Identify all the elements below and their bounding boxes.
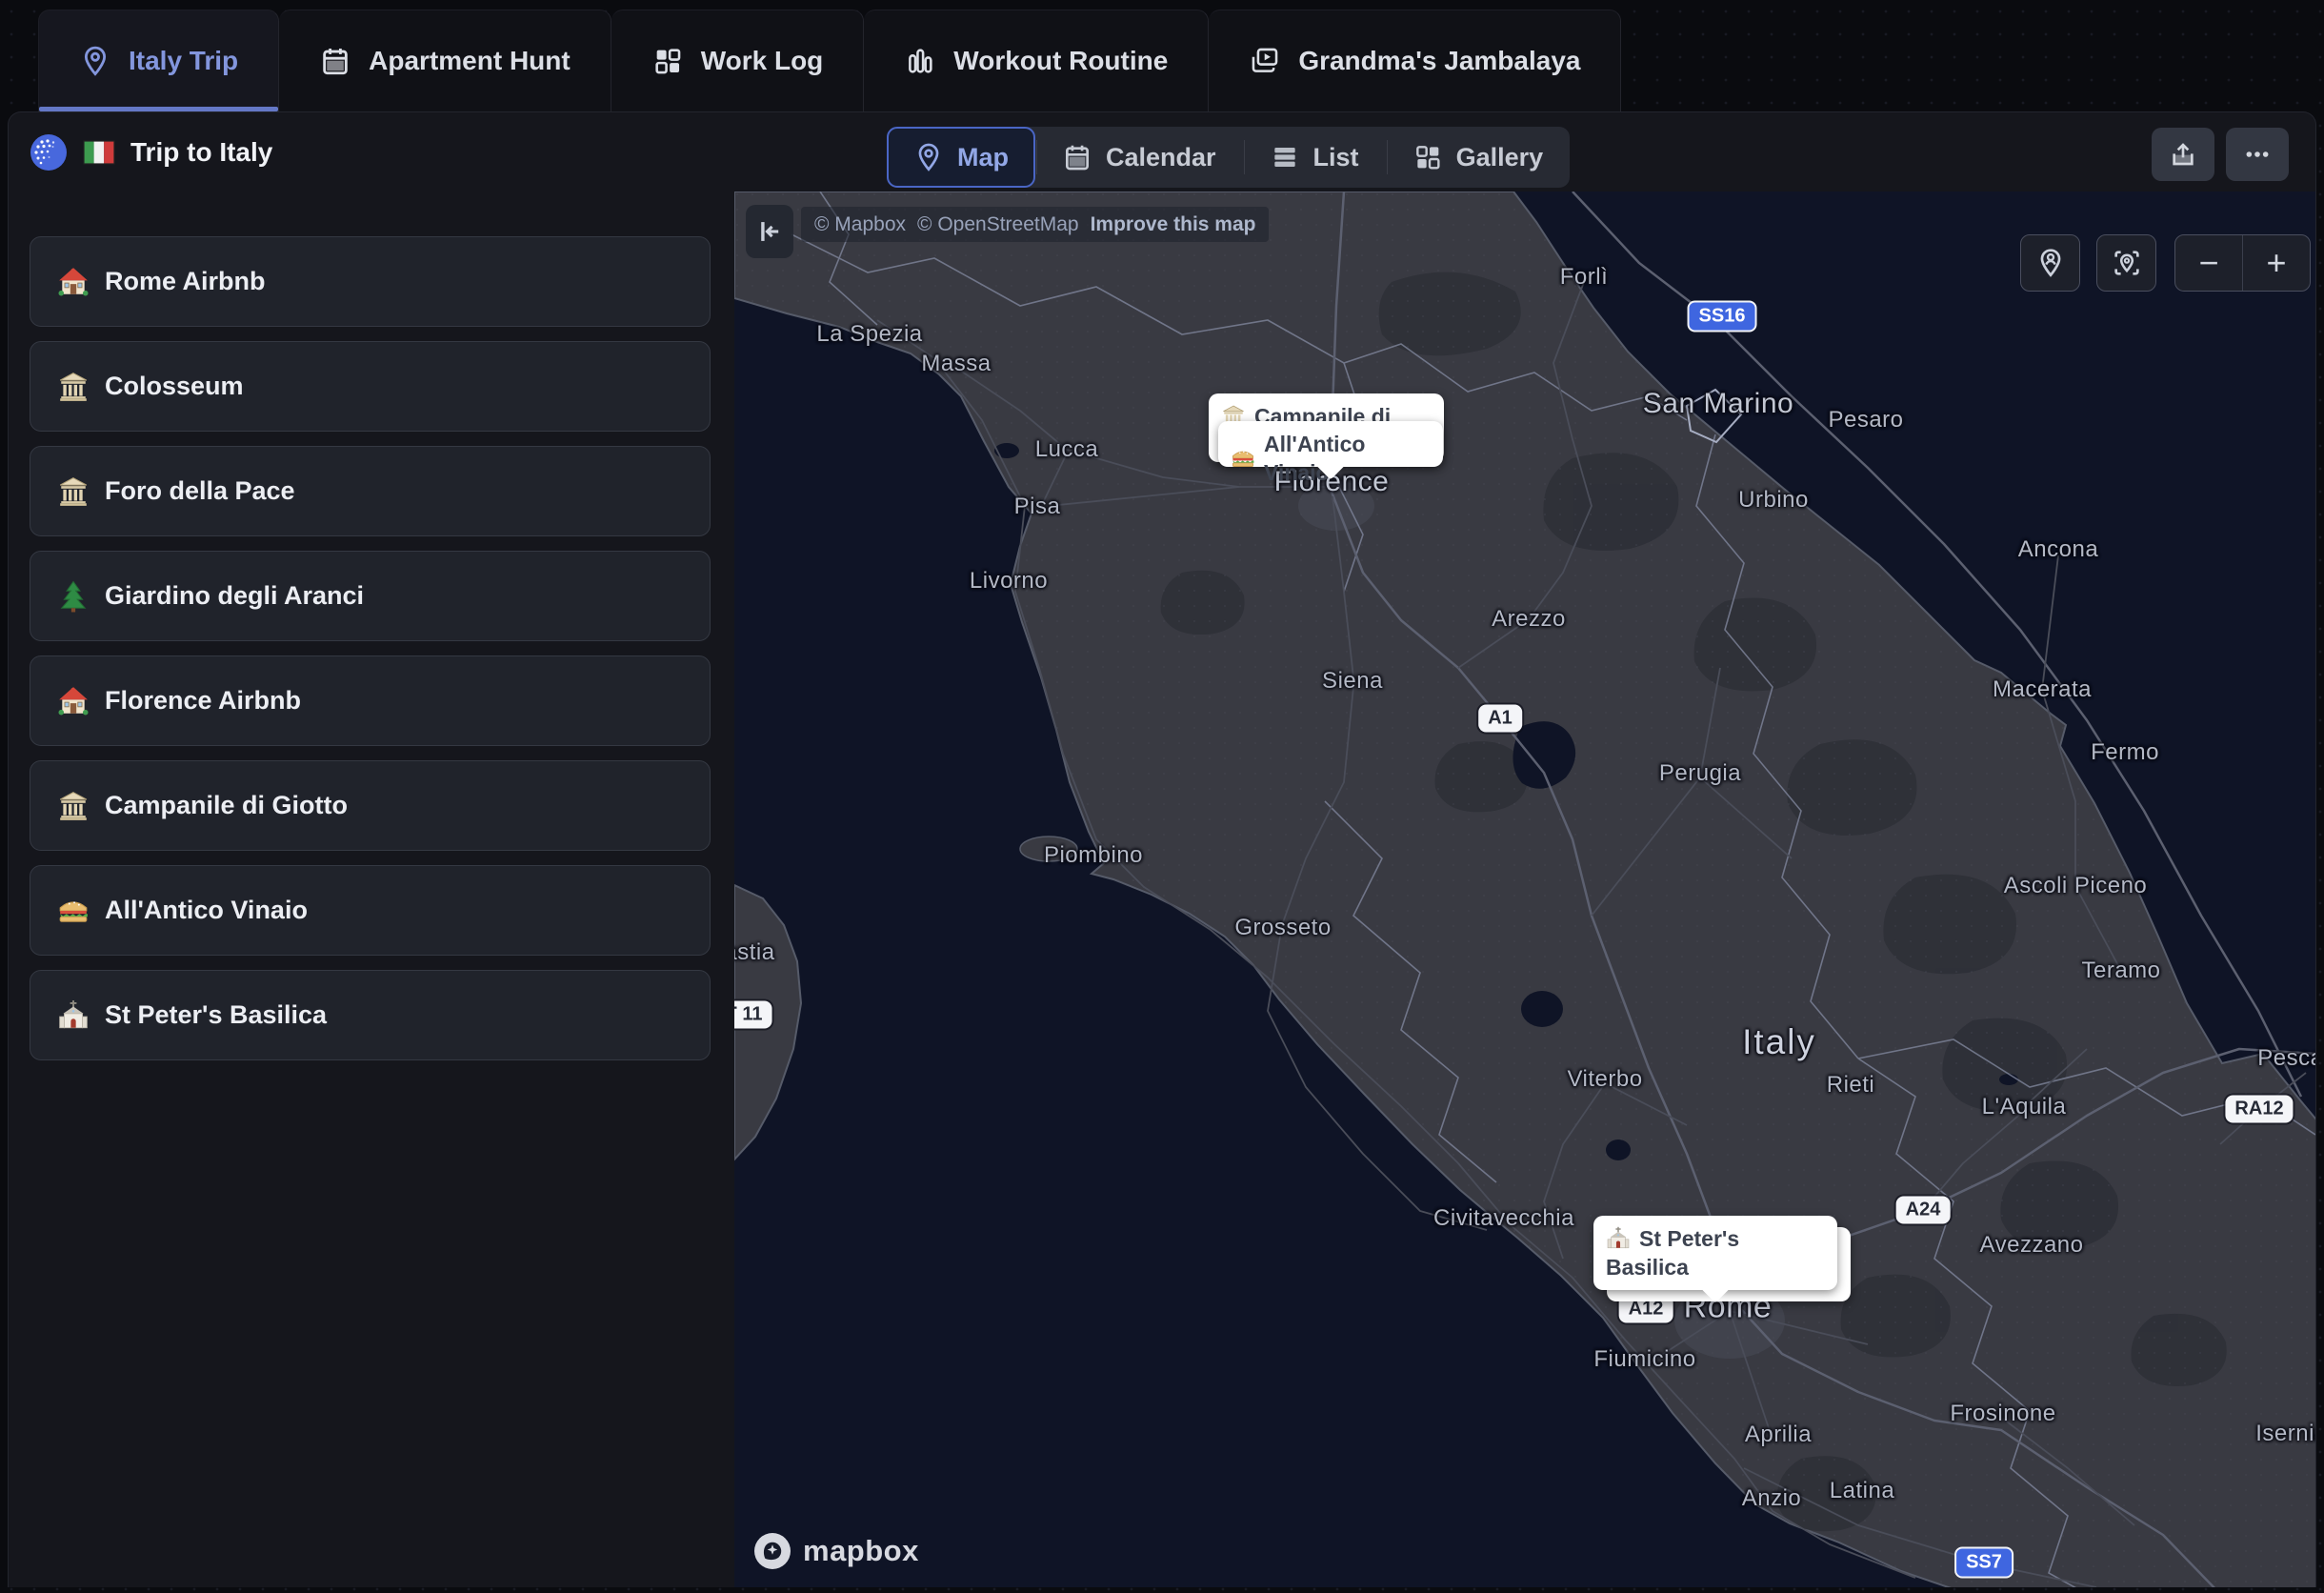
sandwich-icon <box>1231 446 1255 471</box>
list-item-label: St Peter's Basilica <box>105 1000 327 1030</box>
landmark-icon <box>57 475 90 508</box>
landmark-icon <box>57 371 90 403</box>
list-item-campanile-di-giotto[interactable]: Campanile di Giotto <box>30 760 711 851</box>
view-toggle: Map Calendar List Gallery <box>887 127 1570 188</box>
zoom-in-button[interactable]: + <box>2243 235 2310 291</box>
calendar-icon <box>1062 142 1092 172</box>
italy-flag-icon <box>83 140 115 165</box>
map-canvas[interactable]: ForlìSan MarinoPesaroUrbinoAnconaLa Spez… <box>734 192 2315 1587</box>
workspace-tab-bar: Italy Trip Apartment Hunt Work Log Workout … <box>38 10 1621 111</box>
house-icon <box>57 685 90 717</box>
view-map-button[interactable]: Map <box>887 127 1035 188</box>
mapbox-attribution-link[interactable]: © Mapbox <box>814 213 906 236</box>
fit-markers-button[interactable] <box>2096 234 2156 292</box>
tab-label: Italy Trip <box>129 46 238 76</box>
list-item-label: Giardino degli Aranci <box>105 581 364 611</box>
list-item-label: Florence Airbnb <box>105 686 301 716</box>
list-item-florence-airbnb[interactable]: Florence Airbnb <box>30 655 711 746</box>
grid-icon <box>651 45 684 77</box>
collapse-sidebar-button[interactable] <box>746 205 793 258</box>
tab-italy-trip[interactable]: Italy Trip <box>38 10 279 111</box>
landmark-icon <box>57 790 90 822</box>
tab-grandma-s-jambalaya[interactable]: Grandma's Jambalaya <box>1209 10 1621 111</box>
document-title-group: Trip to Italy <box>30 112 272 192</box>
popup-label: St Peter's <box>1639 1224 1739 1253</box>
tab-label: Apartment Hunt <box>369 46 571 76</box>
places-sidebar: Rome Airbnb Colosseum Foro della Pace Giard… <box>9 192 734 1587</box>
page-title: Trip to Italy <box>130 137 272 168</box>
list-item-label: Colosseum <box>105 372 244 401</box>
list-item-foro-della-pace[interactable]: Foro della Pace <box>30 446 711 536</box>
app-window: Trip to Italy Map Calendar List Gallery Rom… <box>8 111 2316 1587</box>
map-basemap <box>734 192 2315 1587</box>
tab-label: Work Log <box>701 46 824 76</box>
share-button[interactable] <box>2152 128 2214 181</box>
zoom-out-button[interactable]: − <box>2175 235 2243 291</box>
mapbox-wordmark: mapbox <box>803 1534 919 1568</box>
calendar-icon <box>319 45 351 77</box>
popup-label: All'Antico Vinaio <box>1264 430 1431 487</box>
cards-icon <box>1249 45 1281 77</box>
list-item-rome-airbnb[interactable]: Rome Airbnb <box>30 236 711 327</box>
tab-label: Grandma's Jambalaya <box>1298 46 1580 76</box>
mapbox-logo[interactable]: mapbox <box>753 1532 919 1570</box>
popup-label: Basilica <box>1606 1253 1689 1281</box>
view-label: Calendar <box>1106 143 1216 172</box>
list-item-giardino-degli-aranci[interactable]: Giardino degli Aranci <box>30 551 711 641</box>
view-label: Map <box>957 143 1009 172</box>
view-label: Gallery <box>1456 143 1544 172</box>
tab-workout-routine[interactable]: Workout Routine <box>864 10 1209 111</box>
document-header: Trip to Italy Map Calendar List Gallery <box>9 112 2315 192</box>
view-list-button[interactable]: List <box>1243 127 1386 188</box>
view-label: List <box>1313 143 1359 172</box>
zoom-control: − + <box>2174 234 2311 292</box>
locate-user-button[interactable] <box>2020 234 2080 292</box>
list-item-label: Campanile di Giotto <box>105 791 348 820</box>
tab-label: Workout Routine <box>953 46 1168 76</box>
mapbox-logo-icon <box>753 1532 791 1570</box>
gallery-icon <box>1412 142 1443 172</box>
church-icon <box>57 999 90 1032</box>
tab-work-log[interactable]: Work Log <box>611 10 865 111</box>
popup-text-row: St Peter's <box>1606 1224 1825 1253</box>
improve-map-link[interactable]: Improve this map <box>1091 213 1256 236</box>
map-attribution: © Mapbox © OpenStreetMap Improve this ma… <box>801 207 1269 242</box>
house-icon <box>57 266 90 298</box>
sandwich-icon <box>57 895 90 927</box>
map-popup-st-peters-basilica[interactable]: St Peter'sBasilica <box>1593 1216 1837 1290</box>
map-popup-all-antico-vinaio[interactable]: All'Antico Vinaio <box>1218 421 1443 467</box>
view-gallery-button[interactable]: Gallery <box>1386 127 1571 188</box>
list-item-label: All'Antico Vinaio <box>105 896 308 925</box>
more-options-button[interactable] <box>2226 128 2289 181</box>
osm-attribution-link[interactable]: © OpenStreetMap <box>917 213 1079 236</box>
workspace-logo <box>30 133 68 171</box>
tree-icon <box>57 580 90 613</box>
church-icon <box>1606 1226 1631 1251</box>
list-item-label: Foro della Pace <box>105 476 295 506</box>
bars-icon <box>904 45 936 77</box>
pin-icon <box>79 45 111 77</box>
list-item-colosseum[interactable]: Colosseum <box>30 341 711 432</box>
tab-apartment-hunt[interactable]: Apartment Hunt <box>279 10 611 111</box>
view-calendar-button[interactable]: Calendar <box>1035 127 1243 188</box>
list-item-all-antico-vinaio[interactable]: All'Antico Vinaio <box>30 865 711 956</box>
list-item-st-peter-s-basilica[interactable]: St Peter's Basilica <box>30 970 711 1060</box>
list-item-label: Rome Airbnb <box>105 267 266 296</box>
pin-icon <box>913 142 944 172</box>
list-icon <box>1270 142 1300 172</box>
